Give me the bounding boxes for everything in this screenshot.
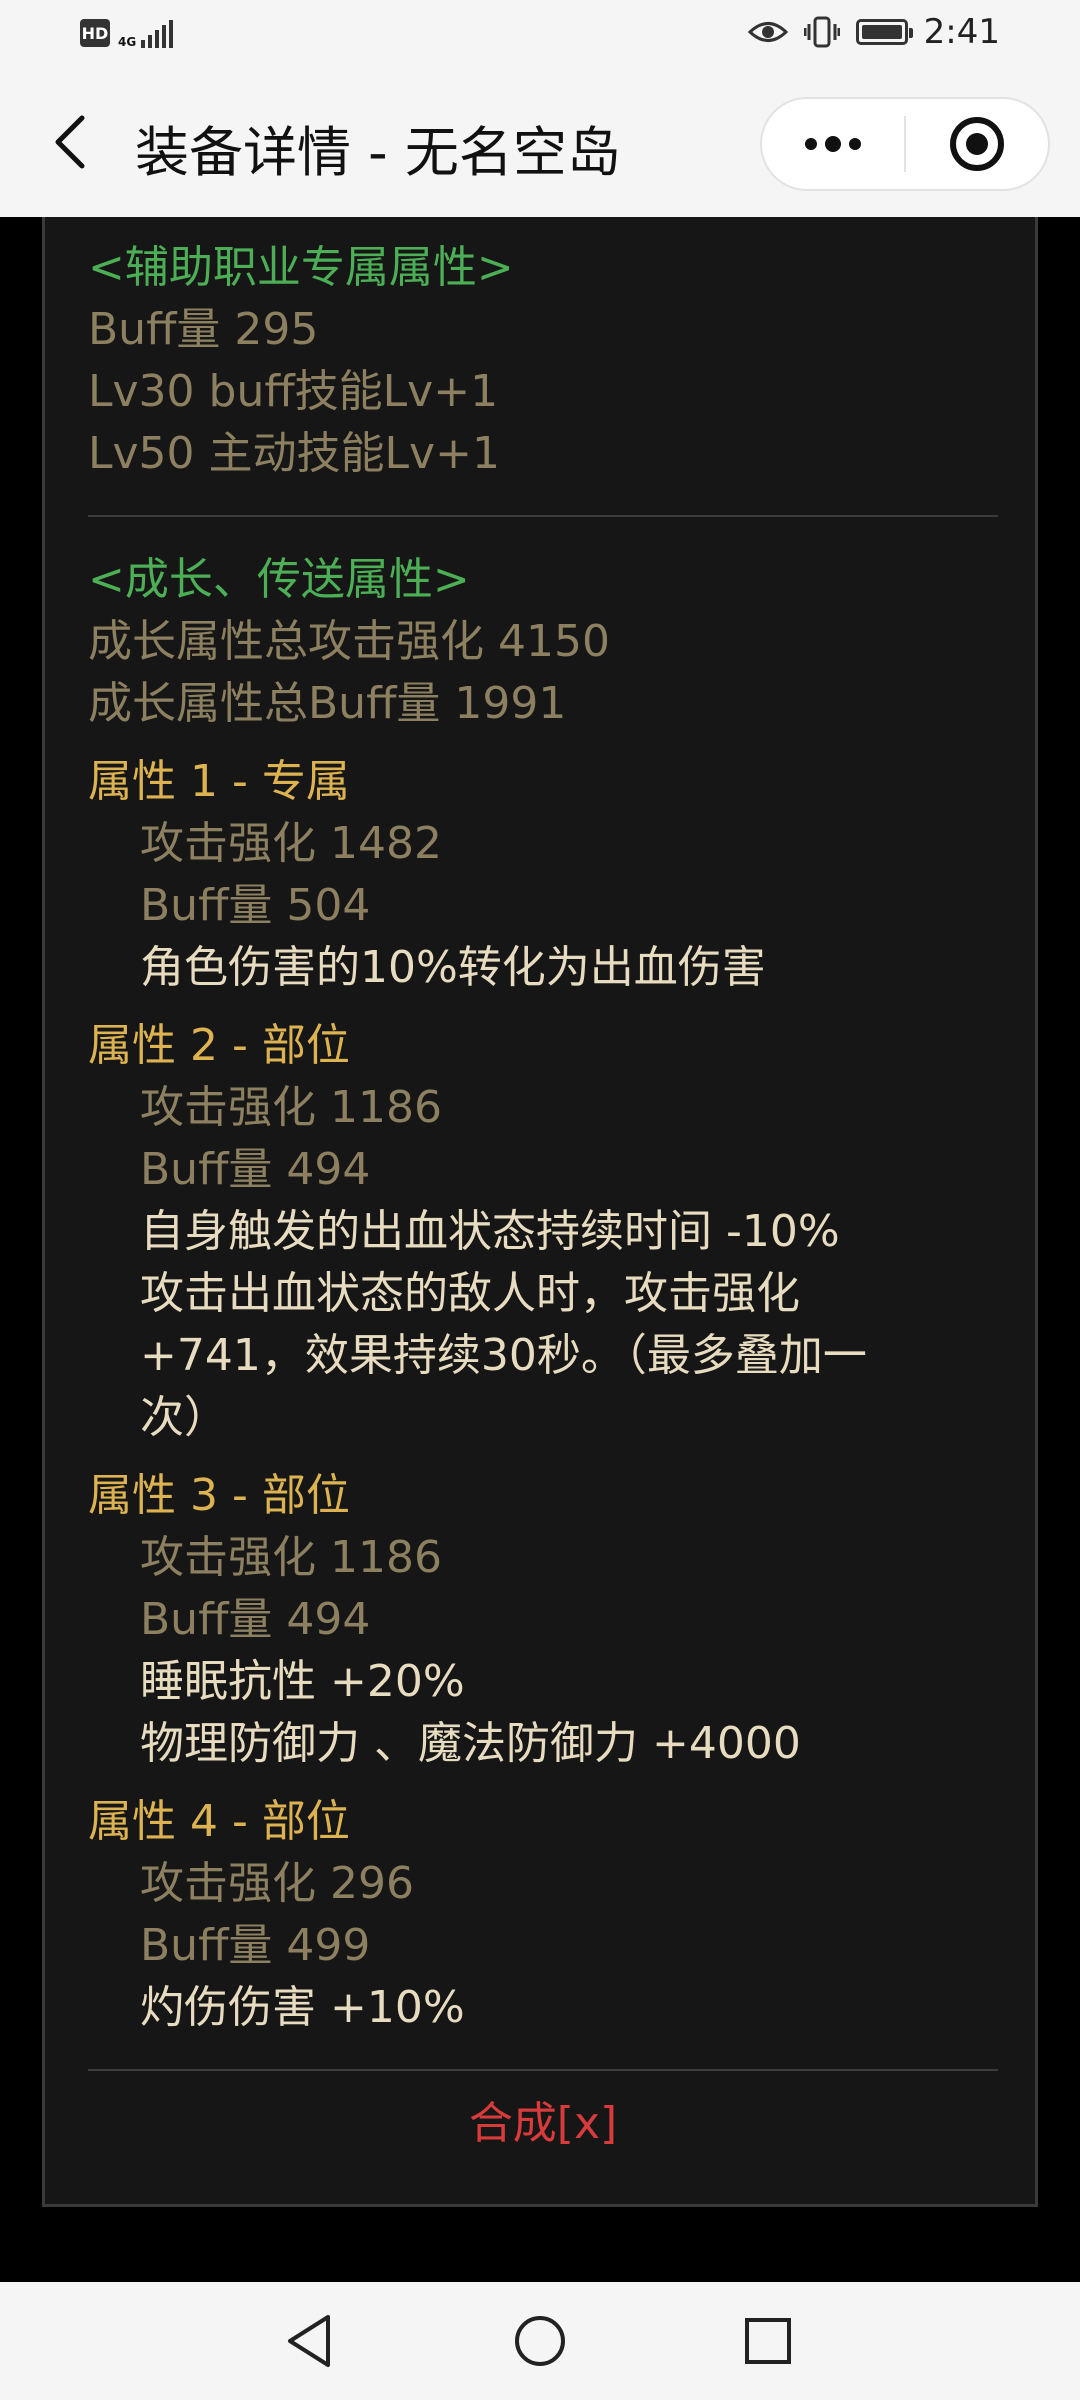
back-button[interactable] <box>40 112 100 172</box>
nav-home-button[interactable] <box>509 2310 571 2372</box>
nav-back-button[interactable] <box>278 2310 340 2372</box>
status-right: 2:41 <box>747 12 1000 52</box>
chevron-left-icon <box>55 115 85 169</box>
attribute-3-effect-2: 物理防御力 、魔法防御力 +4000 <box>140 1718 801 1769</box>
attribute-2-effect-2: 攻击出血状态的敌人时，攻击强化+741，效果持续30秒。（最多叠加一次） <box>140 1268 867 1443</box>
attribute-2-title: 属性 2 - 部位 <box>88 1020 350 1071</box>
growth-heading: <成长、传送属性> <box>88 554 470 605</box>
attribute-2-buff: Buff量 494 <box>140 1144 371 1195</box>
attribute-4-title: 属性 4 - 部位 <box>88 1796 350 1847</box>
hd-badge: HD <box>80 19 110 47</box>
battery-icon <box>855 19 913 45</box>
support-heading: <辅助职业专属属性> <box>88 242 514 293</box>
attribute-1-buff: Buff量 504 <box>140 880 371 931</box>
eye-comfort-icon <box>747 22 788 42</box>
attribute-3-title: 属性 3 - 部位 <box>88 1470 350 1521</box>
circle-home-icon <box>515 2316 565 2366</box>
attribute-2-effect-1: 自身触发的出血状态持续时间 -10% <box>140 1206 840 1257</box>
attribute-4-buff: Buff量 499 <box>140 1920 371 1971</box>
network-type: 4G <box>118 35 137 49</box>
nav-recents-button[interactable] <box>737 2310 799 2372</box>
attribute-1-attack: 攻击强化 1482 <box>140 818 442 869</box>
system-nav-bar <box>0 2282 1080 2400</box>
more-dots-icon <box>805 136 861 152</box>
attribute-4-attack: 攻击强化 296 <box>140 1858 414 1909</box>
vibrate-icon <box>803 16 840 48</box>
attribute-1-effect-1: 角色伤害的10%转化为出血伤害 <box>140 942 766 993</box>
synthesize-link[interactable]: 合成[x] <box>88 2093 998 2155</box>
attribute-4-effect-1: 灼伤伤害 +10% <box>140 1982 465 2033</box>
attribute-3-effect-1: 睡眠抗性 +20% <box>140 1656 465 1707</box>
attribute-3-buff: Buff量 494 <box>140 1594 371 1645</box>
status-left: HD 4G <box>80 18 174 49</box>
page-title: 装备详情 - 无名空岛 <box>135 121 621 184</box>
signal-icon: 4G <box>118 18 174 49</box>
footer-divider <box>88 2069 998 2071</box>
support-buff: Buff量 295 <box>88 304 319 355</box>
more-button[interactable] <box>762 99 904 189</box>
equipment-detail-panel[interactable]: <辅助职业专属属性> Buff量 295 Lv30 buff技能Lv+1 Lv5… <box>42 217 1038 2207</box>
mini-program-capsule <box>760 97 1050 191</box>
target-icon <box>950 117 1004 171</box>
growth-total-attack: 成长属性总攻击强化 4150 <box>88 616 610 667</box>
triangle-back-icon <box>288 2315 330 2367</box>
attribute-3-attack: 攻击强化 1186 <box>140 1532 442 1583</box>
section-divider <box>88 515 998 517</box>
close-mini-program-button[interactable] <box>906 99 1048 189</box>
support-skill-lv30: Lv30 buff技能Lv+1 <box>88 366 499 417</box>
panel-content: <辅助职业专属属性> Buff量 295 Lv30 buff技能Lv+1 Lv5… <box>88 237 998 2155</box>
status-time: 2:41 <box>923 12 1000 52</box>
attribute-2-attack: 攻击强化 1186 <box>140 1082 442 1133</box>
attribute-1-title: 属性 1 - 专属 <box>88 756 350 807</box>
status-bar: HD 4G 2:41 <box>0 0 1080 72</box>
support-skill-lv50: Lv50 主动技能Lv+1 <box>88 428 500 479</box>
square-recents-icon <box>745 2318 791 2364</box>
page-header: 装备详情 - 无名空岛 <box>0 72 1080 217</box>
growth-total-buff: 成长属性总Buff量 1991 <box>88 678 567 729</box>
